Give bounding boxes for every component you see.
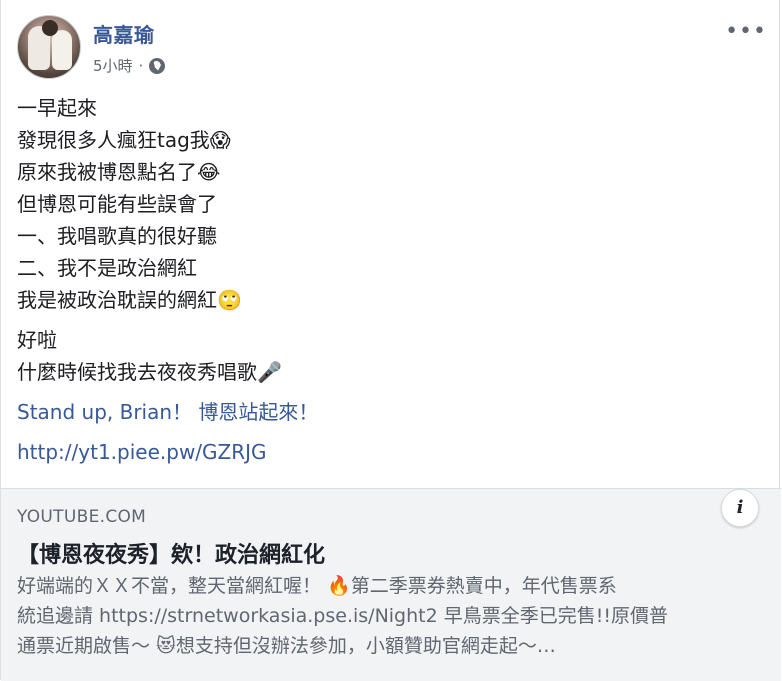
post-url-link[interactable]: http://yt1.piee.pw/GZRJG [17,436,767,468]
meta-separator: · [138,56,144,75]
info-icon[interactable]: i [721,489,759,527]
tagline-link[interactable]: 博恩站起來！ [198,400,318,424]
avatar-figure [52,30,72,70]
post-header: 高嘉瑜 5小時 · ••• [17,15,767,81]
tagline: Stand up, Brian！ 博恩站起來！ [17,396,767,428]
post-text-line: 什麼時候找我去夜夜秀唱歌🎤 [17,360,282,384]
link-preview-card[interactable]: i YOUTUBE.COM 【博恩夜夜秀】欸！政治網紅化 好端端的ＸＸ不當，整天… [1,488,781,681]
post-text-line: 我是被政治耽誤的網紅🙄 [17,288,242,312]
avatar-figure [42,20,58,36]
post-text-line: 一早起來 [17,96,97,120]
post-text-line: 一、我唱歌真的很好聽 [17,224,217,248]
post-text-line: 原來我被博恩點名了😂 [17,160,221,184]
tagline-link[interactable]: Stand up, Brian！ [17,400,192,424]
link-source: YOUTUBE.COM [17,507,147,527]
more-options-icon[interactable]: ••• [725,19,767,44]
author-name[interactable]: 高嘉瑜 [93,19,155,48]
link-description: 好端端的ＸＸ不當，整天當網紅喔！ 🔥第二季票券熱賣中，年代售票系 統追邊請 ht… [17,571,757,661]
post-timestamp[interactable]: 5小時 [93,55,133,76]
link-title[interactable]: 【博恩夜夜秀】欸！政治網紅化 [17,537,325,569]
post-text-line: 好啦 [17,328,57,352]
link-description-line: 通票近期啟售～ 😻想支持但沒辦法參加，小額贊助官網走起～… [17,635,556,657]
globe-icon[interactable] [149,57,166,74]
facebook-post: 高嘉瑜 5小時 · ••• 一早起來 發現很多人瘋狂tag我😱 原來我被博恩點名… [0,0,781,681]
author-avatar[interactable] [17,15,81,79]
post-body: 一早起來 發現很多人瘋狂tag我😱 原來我被博恩點名了😂 但博恩可能有些誤會了 … [17,92,767,468]
link-description-line: 統追邊請 https://strnetworkasia.pse.is/Night… [17,605,668,627]
post-meta: 5小時 · [93,55,166,76]
link-description-line: 好端端的ＸＸ不當，整天當網紅喔！ 🔥第二季票券熱賣中，年代售票系 [17,575,617,597]
post-text-line: 發現很多人瘋狂tag我😱 [17,128,231,152]
post-text-line: 但博恩可能有些誤會了 [17,192,217,216]
post-text-line: 二、我不是政治網紅 [17,256,197,280]
